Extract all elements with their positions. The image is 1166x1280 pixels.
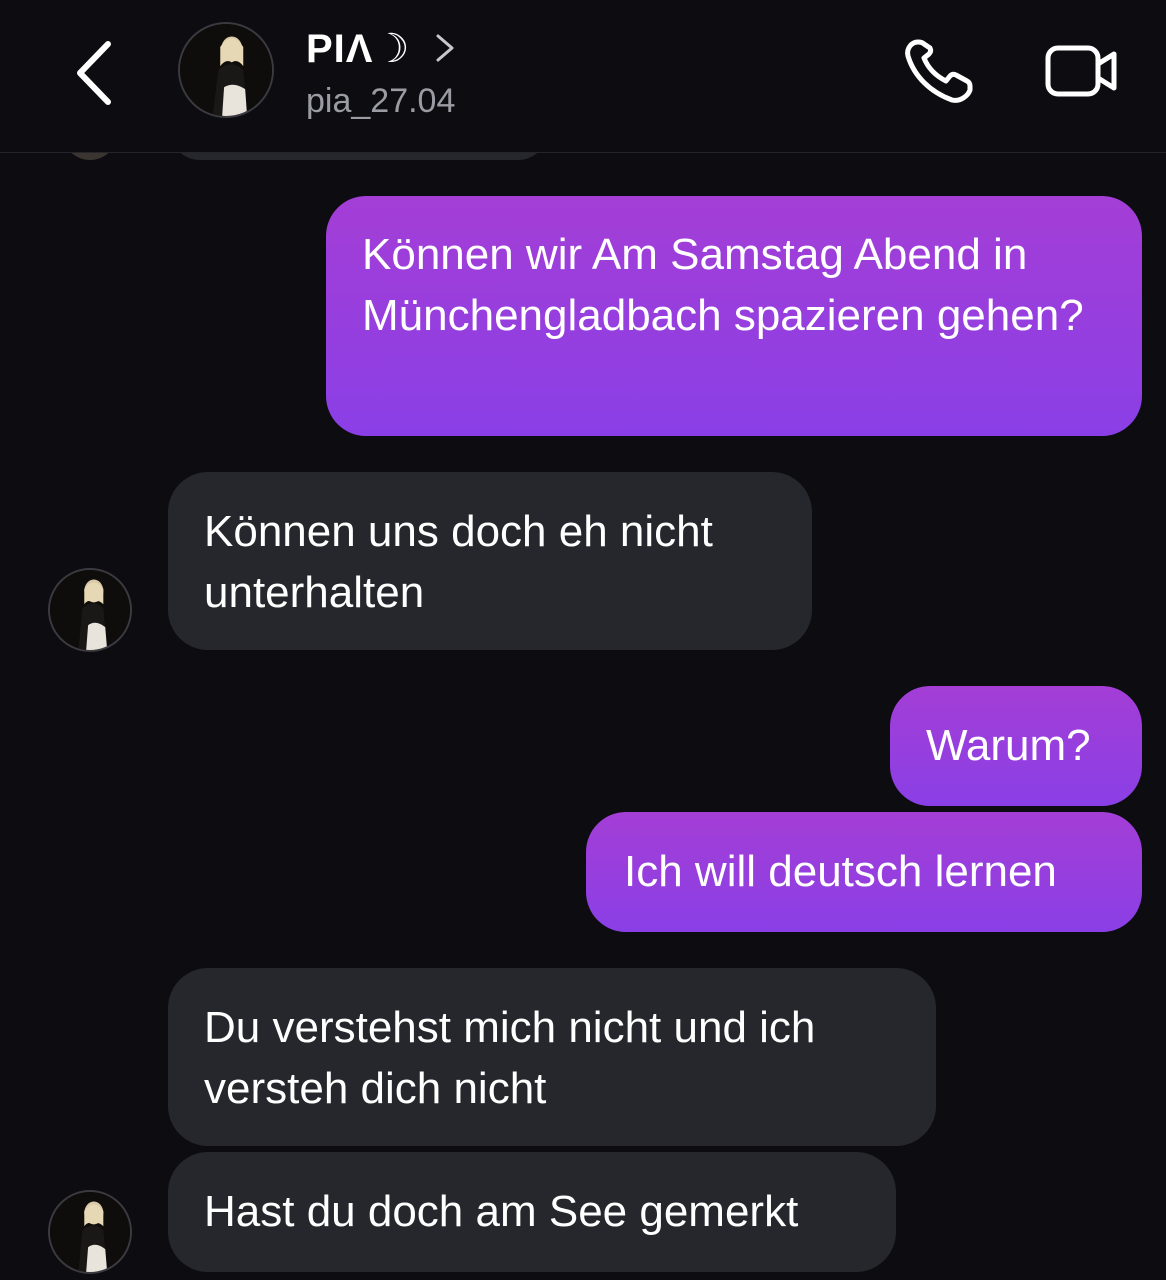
sender-avatar[interactable]: [48, 568, 132, 652]
contact-avatar[interactable]: [178, 22, 274, 118]
message-bubble-incoming[interactable]: Du verstehst mich nicht und ich versteh …: [168, 968, 936, 1146]
profile-photo-icon: [50, 570, 130, 650]
message-text: Hast du doch am See gemerkt: [204, 1187, 799, 1236]
message-text: Warum?: [926, 721, 1091, 770]
video-call-button[interactable]: [1042, 38, 1122, 104]
video-camera-icon: [1045, 45, 1117, 97]
message-text: Ich will deutsch lernen: [624, 847, 1057, 896]
back-button[interactable]: [62, 30, 132, 116]
chat-screen: Können wir Am Samstag Abend in Münchengl…: [0, 0, 1166, 1280]
chevron-right-icon: [436, 34, 454, 62]
profile-photo-icon: [50, 1192, 130, 1272]
contact-name[interactable]: PIΛ☽: [306, 26, 410, 72]
message-bubble-incoming[interactable]: Können uns doch eh nicht unterhalten: [168, 472, 812, 650]
message-bubble-incoming[interactable]: Hast du doch am See gemerkt: [168, 1152, 896, 1272]
sender-avatar[interactable]: [48, 1190, 132, 1274]
message-text: Können uns doch eh nicht unterhalten: [204, 507, 713, 617]
chat-header: PIΛ☽ pia_27.04: [0, 0, 1166, 153]
message-bubble-outgoing[interactable]: Können wir Am Samstag Abend in Münchengl…: [326, 196, 1142, 436]
message-bubble-outgoing[interactable]: Warum?: [890, 686, 1142, 806]
profile-photo-icon: [180, 24, 272, 116]
message-text: Können wir Am Samstag Abend in Münchengl…: [362, 230, 1084, 340]
audio-call-button[interactable]: [900, 36, 978, 106]
chevron-left-icon: [77, 41, 111, 105]
phone-icon: [905, 39, 973, 103]
message-text: Du verstehst mich nicht und ich versteh …: [204, 1003, 816, 1113]
profile-link-button[interactable]: [432, 30, 458, 66]
message-bubble-outgoing[interactable]: Ich will deutsch lernen: [586, 812, 1142, 932]
contact-username[interactable]: pia_27.04: [306, 82, 455, 121]
